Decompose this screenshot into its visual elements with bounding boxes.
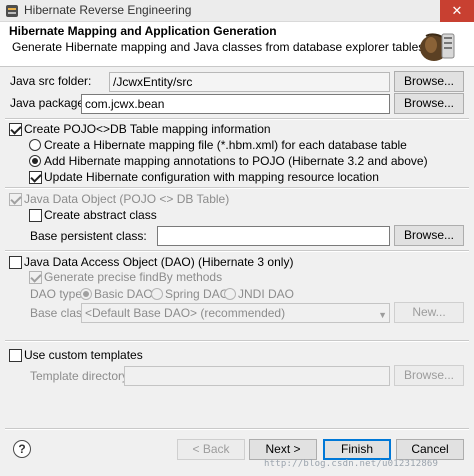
jndi-dao-radio[interactable] bbox=[224, 288, 236, 300]
separator bbox=[5, 340, 469, 342]
java-src-folder-label: Java src folder: bbox=[10, 74, 92, 88]
base-persistent-class-label: Base persistent class: bbox=[30, 229, 147, 243]
template-directory-field[interactable] bbox=[124, 366, 390, 386]
annotations-label: Add Hibernate mapping annotations to POJ… bbox=[44, 154, 428, 168]
template-directory-label: Template directory: bbox=[30, 369, 132, 383]
base-class-select[interactable]: <Default Base DAO> (recommended) ▼ bbox=[81, 303, 390, 323]
create-pojo-mapping-label: Create POJO<>DB Table mapping informatio… bbox=[24, 122, 271, 136]
watermark: http://blog.csdn.net/u012312869 bbox=[264, 459, 439, 469]
back-button[interactable]: < Back bbox=[177, 439, 245, 460]
help-icon[interactable]: ? bbox=[13, 440, 31, 458]
close-button[interactable]: ✕ bbox=[440, 0, 474, 22]
basic-dao-label: Basic DAO bbox=[94, 287, 153, 301]
separator bbox=[5, 428, 469, 430]
chevron-down-icon: ▼ bbox=[378, 310, 387, 320]
dao-checkbox[interactable] bbox=[9, 256, 22, 269]
new-base-class-button[interactable]: New... bbox=[394, 302, 464, 323]
jndi-dao-label: JNDI DAO bbox=[238, 287, 295, 301]
hibernate-bean-icon bbox=[420, 33, 455, 61]
java-data-object-checkbox[interactable] bbox=[9, 193, 22, 206]
wizard-title: Hibernate Mapping and Application Genera… bbox=[9, 24, 277, 38]
custom-templates-label: Use custom templates bbox=[24, 348, 143, 362]
dao-label: Java Data Access Object (DAO) (Hibernate… bbox=[24, 255, 294, 269]
findby-checkbox[interactable] bbox=[29, 271, 42, 284]
separator bbox=[5, 250, 469, 252]
update-config-label: Update Hibernate configuration with mapp… bbox=[44, 170, 379, 184]
basic-dao-radio[interactable] bbox=[80, 288, 92, 300]
annotations-radio[interactable] bbox=[29, 155, 41, 167]
cancel-button[interactable]: Cancel bbox=[396, 439, 464, 460]
abstract-class-label: Create abstract class bbox=[44, 208, 157, 222]
finish-button[interactable]: Finish bbox=[323, 439, 391, 460]
wizard-description: Generate Hibernate mapping and Java clas… bbox=[12, 40, 425, 54]
findby-label: Generate precise findBy methods bbox=[44, 270, 223, 284]
title-bar: Hibernate Reverse Engineering ✕ bbox=[0, 0, 474, 22]
app-icon bbox=[6, 5, 18, 17]
dao-type-label: DAO type: bbox=[30, 287, 86, 301]
spring-dao-radio[interactable] bbox=[151, 288, 163, 300]
next-button[interactable]: Next > bbox=[249, 439, 317, 460]
base-class-value: <Default Base DAO> (recommended) bbox=[85, 306, 286, 320]
abstract-class-checkbox[interactable] bbox=[29, 209, 42, 222]
base-persistent-class-browse-button[interactable]: Browse... bbox=[394, 225, 464, 246]
template-directory-browse-button[interactable]: Browse... bbox=[394, 365, 464, 386]
create-pojo-mapping-checkbox[interactable] bbox=[9, 123, 22, 136]
separator bbox=[5, 118, 469, 120]
java-package-field[interactable]: com.jcwx.bean bbox=[81, 94, 390, 114]
window-title: Hibernate Reverse Engineering bbox=[24, 3, 192, 17]
java-src-folder-browse-button[interactable]: Browse... bbox=[394, 71, 464, 92]
separator bbox=[5, 187, 469, 189]
java-package-browse-button[interactable]: Browse... bbox=[394, 93, 464, 114]
java-data-object-label: Java Data Object (POJO <> DB Table) bbox=[24, 192, 230, 206]
hbm-xml-radio[interactable] bbox=[29, 139, 41, 151]
update-config-checkbox[interactable] bbox=[29, 171, 42, 184]
java-package-label: Java package: bbox=[10, 96, 88, 110]
custom-templates-checkbox[interactable] bbox=[9, 349, 22, 362]
spring-dao-label: Spring DAO bbox=[165, 287, 230, 301]
wizard-header: Hibernate Mapping and Application Genera… bbox=[0, 22, 474, 67]
hbm-xml-label: Create a Hibernate mapping file (*.hbm.x… bbox=[44, 138, 407, 152]
java-src-folder-field[interactable]: /JcwxEntity/src bbox=[109, 72, 390, 92]
base-persistent-class-field[interactable] bbox=[157, 226, 390, 246]
